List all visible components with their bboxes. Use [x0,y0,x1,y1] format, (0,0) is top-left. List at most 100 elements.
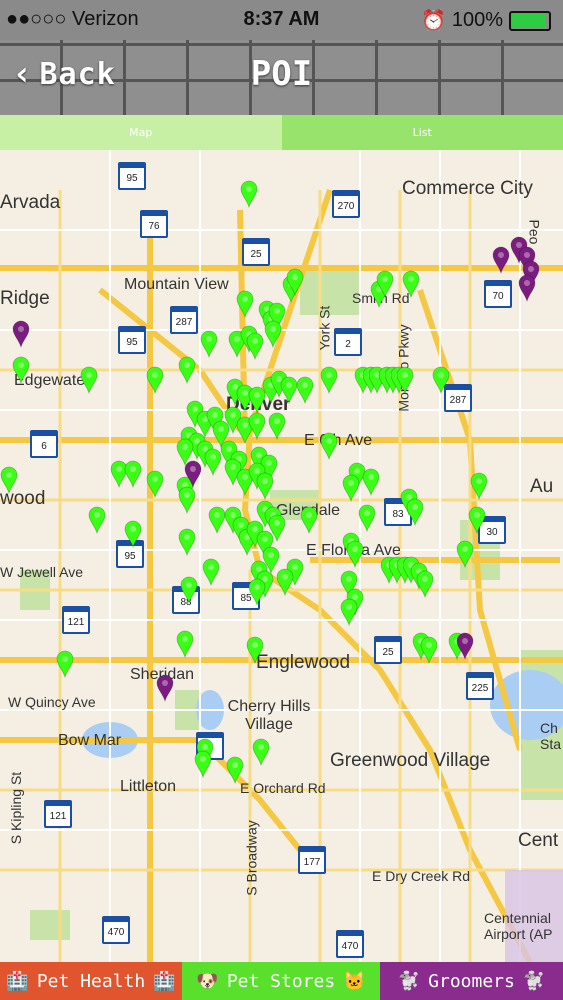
pet-store-map-marker[interactable] [226,756,244,784]
highway-shield: 95 [118,162,146,190]
tab-groomers[interactable]: 🐩 Groomers 🐩 [380,962,563,1000]
tab-list[interactable]: List [281,115,563,150]
map-label: S Kipling St [8,771,25,845]
tab-pet-stores[interactable]: 🐶 Pet Stores 🐱 [182,962,380,1000]
tab-label: Groomers [428,970,515,992]
pet-store-map-marker[interactable] [202,558,220,586]
pet-store-map-marker[interactable] [180,576,198,604]
pet-store-map-marker[interactable] [252,738,270,766]
pet-store-map-marker[interactable] [178,356,196,384]
map-label: Centennial Airport (AP [484,910,553,942]
battery-percent: 100% [451,9,503,31]
highway-shield: 177 [298,846,326,874]
pet-store-map-marker[interactable] [358,504,376,532]
groomer-map-marker[interactable] [156,674,174,702]
navigation-bar: ‹ Back POI [0,40,563,115]
map-label: Cherry Hills Village [227,698,311,733]
pet-store-map-marker[interactable] [396,366,414,394]
groomer-map-marker[interactable] [518,274,536,302]
map-label: Bow Mar [58,732,122,749]
pet-store-map-marker[interactable] [320,432,338,460]
pet-store-map-marker[interactable] [246,636,264,664]
map-label: W Quincy Ave [8,694,96,710]
pet-store-map-marker[interactable] [146,470,164,498]
dog-icon: 🐶 [196,970,219,992]
tab-map[interactable]: Map [0,115,282,150]
highway-shield: 95 [118,326,146,354]
category-tab-bar: 🏥 Pet Health 🏥 🐶 Pet Stores 🐱 🐩 Groomers… [0,962,563,1000]
pet-store-map-marker[interactable] [124,460,142,488]
pet-store-map-marker[interactable] [456,540,474,568]
cat-icon: 🐱 [343,970,366,992]
groomer-map-marker[interactable] [456,632,474,660]
highway-shield: 287 [170,306,198,334]
map-label: S Broadway [243,820,260,896]
pet-store-map-marker[interactable] [246,332,264,360]
pet-store-map-marker[interactable] [256,472,274,500]
pet-store-map-marker[interactable] [178,528,196,556]
highway-shield: 225 [466,672,494,700]
pet-store-map-marker[interactable] [176,630,194,658]
pet-store-map-marker[interactable] [80,366,98,394]
pet-store-map-marker[interactable] [362,468,380,496]
pet-store-map-marker[interactable] [248,412,266,440]
pet-store-map-marker[interactable] [468,506,486,534]
pet-store-map-marker[interactable] [236,290,254,318]
hospital-icon: 🏥 [6,970,29,992]
pet-store-map-marker[interactable] [320,366,338,394]
pet-store-map-marker[interactable] [376,270,394,298]
pet-store-map-marker[interactable] [248,578,266,606]
map-label: Commerce City [402,178,533,199]
hospital-icon: 🏥 [153,970,176,992]
pet-store-map-marker[interactable] [12,356,30,384]
map-label: Englewood [256,652,351,673]
tab-label: Pet Health [36,970,146,992]
map-label: Peo [526,219,543,245]
pet-store-map-marker[interactable] [340,598,358,626]
highway-shield: 470 [102,916,130,944]
pet-store-map-marker[interactable] [56,650,74,678]
groomer-map-marker[interactable] [492,246,510,274]
pet-store-map-marker[interactable] [194,750,212,778]
pet-store-map-marker[interactable] [406,498,424,526]
pet-store-map-marker[interactable] [178,486,196,514]
map-label: Ridge [0,288,50,309]
map-label: York St [316,305,333,351]
pet-store-map-marker[interactable] [346,540,364,568]
pet-store-map-marker[interactable] [300,506,318,534]
pet-store-map-marker[interactable] [416,570,434,598]
pet-store-map-marker[interactable] [402,270,420,298]
pet-store-map-marker[interactable] [286,268,304,296]
highway-shield: 270 [332,190,360,218]
battery-icon [509,10,551,31]
page-title: POI [250,54,313,94]
map-label: Cent [518,830,559,851]
pet-store-map-marker[interactable] [264,320,282,348]
groomer-map-marker[interactable] [184,460,202,488]
pet-store-map-marker[interactable] [268,412,286,440]
pet-store-map-marker[interactable] [240,180,258,208]
highway-shield: 470 [336,930,364,958]
map-label: Mountain View [124,276,229,293]
map-view[interactable]: Arvada Commerce City Ridge Mountain View… [0,150,563,962]
pet-store-map-marker[interactable] [0,466,18,494]
battery-indicator: ⏰ 100% [421,8,551,33]
groomer-map-marker[interactable] [12,320,30,348]
pet-store-map-marker[interactable] [470,472,488,500]
pet-store-map-marker[interactable] [88,506,106,534]
pet-store-map-marker[interactable] [296,376,314,404]
tab-pet-health[interactable]: 🏥 Pet Health 🏥 [0,962,182,1000]
pet-store-map-marker[interactable] [124,520,142,548]
pet-store-map-marker[interactable] [146,366,164,394]
pet-store-map-marker[interactable] [420,636,438,664]
highway-shield: 121 [62,606,90,634]
map-label: Greenwood Village [330,750,491,771]
pet-store-map-marker[interactable] [432,366,450,394]
map-label: E Orchard Rd [240,780,326,796]
pet-store-map-marker[interactable] [342,474,360,502]
map-label: E Dry Creek Rd [372,868,471,884]
view-tabs: Map List [0,115,563,150]
pet-store-map-marker[interactable] [200,330,218,358]
highway-shield: 2 [334,328,362,356]
pet-store-map-marker[interactable] [276,568,294,596]
